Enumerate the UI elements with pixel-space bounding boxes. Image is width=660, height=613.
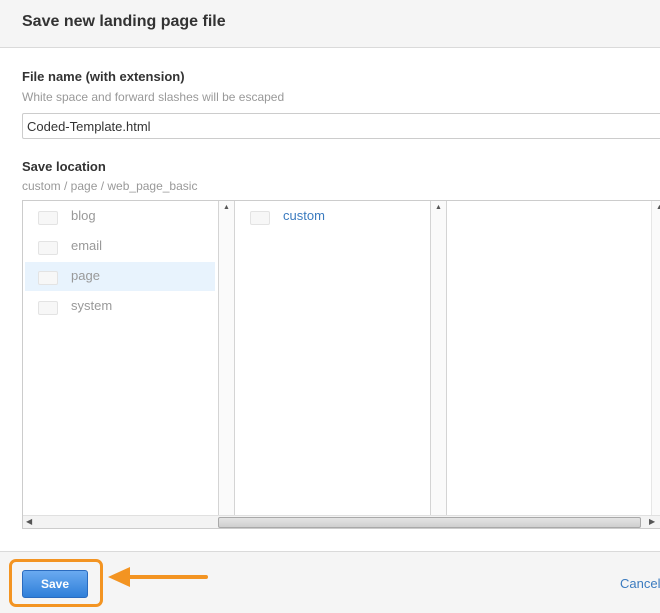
save-location-path: custom / page / web_page_basic [22,179,198,193]
folder-column-2: custom [234,201,431,515]
scroll-up-icon[interactable]: ▲ [652,204,660,211]
dialog-header: Save new landing page file [0,0,660,48]
folder-column-3 [446,201,651,515]
file-name-hint: White space and forward slashes will be … [22,90,285,104]
folder-item-label: page [71,268,100,283]
folder-item-email[interactable]: email [25,232,215,261]
cancel-link[interactable]: Cancel [620,576,660,591]
column-1-scrollbar[interactable]: ▲ [219,201,234,515]
folder-icon [38,301,58,315]
save-location-label: Save location [22,159,106,174]
arrow-left-icon [108,567,208,587]
scroll-left-icon[interactable]: ◀ [26,517,32,526]
folder-item-custom[interactable]: custom [237,202,427,231]
folder-item-system[interactable]: system [25,292,215,321]
folder-icon [250,211,270,225]
folder-item-label: blog [71,208,96,223]
file-name-input[interactable] [22,113,660,139]
folder-item-label: system [71,298,113,313]
dialog-title: Save new landing page file [22,13,226,30]
folder-item-blog[interactable]: blog [25,202,215,231]
file-name-label: File name (with extension) [22,69,185,84]
folder-icon [38,271,58,285]
folder-browser: blog email page system ▲ custom ▲ ▲ ◀ ▶ [22,200,660,529]
folder-icon [38,241,58,255]
folder-icon [38,211,58,225]
folder-item-label: email [71,238,103,253]
column-2-scrollbar[interactable]: ▲ [431,201,446,515]
save-button[interactable]: Save [22,570,88,598]
horizontal-scrollbar[interactable]: ◀ ▶ [23,515,660,528]
column-3-scrollbar[interactable]: ▲ [651,201,660,515]
scroll-right-icon[interactable]: ▶ [649,517,655,526]
folder-column-1: blog email page system [23,201,219,515]
scroll-up-icon[interactable]: ▲ [219,204,234,211]
folder-item-label: custom [283,208,325,223]
scroll-up-icon[interactable]: ▲ [431,204,446,211]
folder-item-page[interactable]: page [25,262,215,291]
scrollbar-thumb[interactable] [218,517,641,528]
